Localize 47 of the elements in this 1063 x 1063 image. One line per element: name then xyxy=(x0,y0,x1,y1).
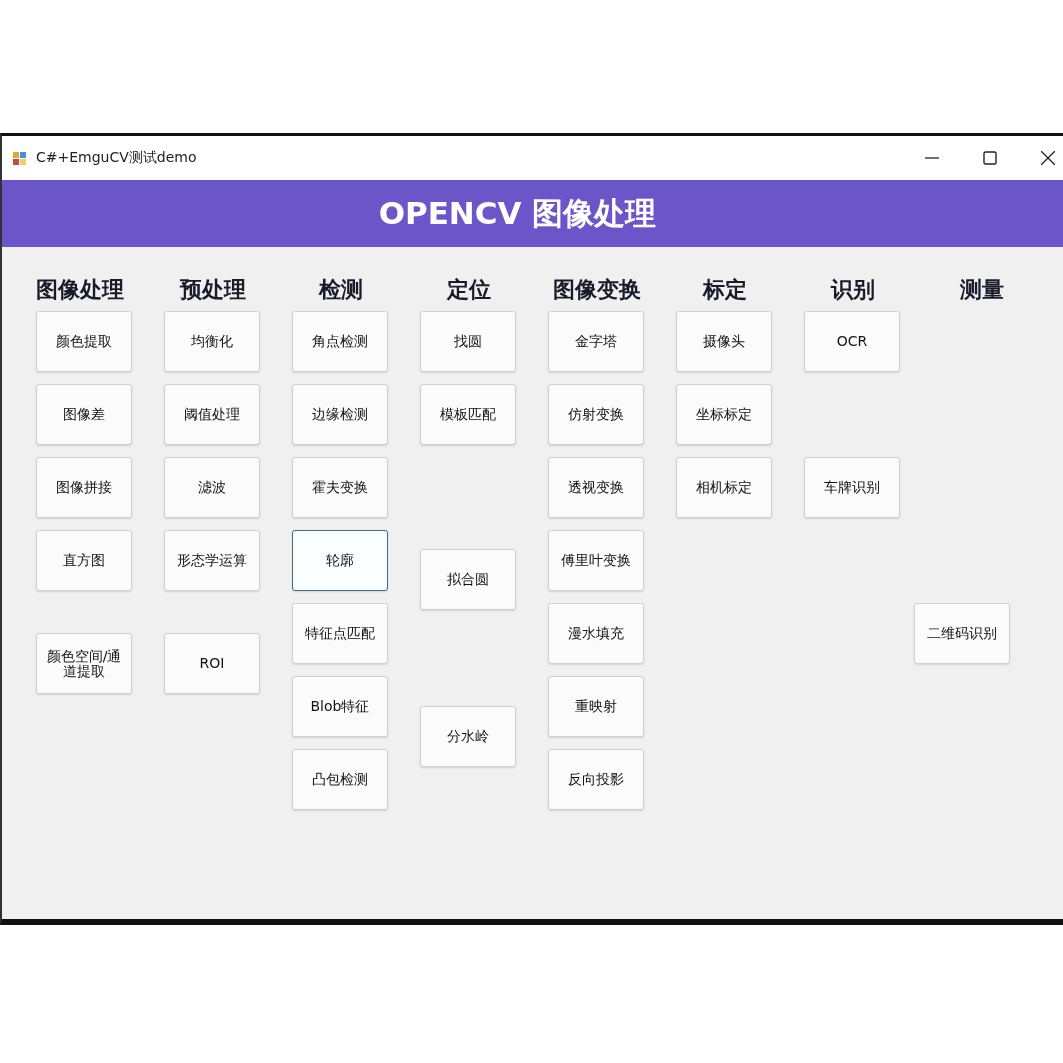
action-button[interactable]: 均衡化 xyxy=(164,311,260,372)
action-button[interactable]: 拟合圆 xyxy=(420,549,516,610)
section-heading: 定位 xyxy=(445,275,492,303)
action-button[interactable]: 金字塔 xyxy=(548,311,644,372)
section-heading: 标定 xyxy=(701,275,748,303)
action-button[interactable]: 形态学运算 xyxy=(164,530,260,591)
window-title: C#+EmguCV测试demo xyxy=(36,149,197,167)
section-heading: 检测 xyxy=(317,275,364,303)
action-button[interactable]: 颜色提取 xyxy=(36,311,132,372)
action-button[interactable]: 阈值处理 xyxy=(164,384,260,445)
action-button[interactable]: OCR xyxy=(804,311,900,372)
action-button[interactable]: 图像拼接 xyxy=(36,457,132,518)
section-heading: 图像处理 xyxy=(36,275,125,303)
action-button[interactable]: 图像差 xyxy=(36,384,132,445)
action-button[interactable]: Blob特征 xyxy=(292,676,388,737)
action-button[interactable]: 霍夫变换 xyxy=(292,457,388,518)
action-button[interactable]: 透视变换 xyxy=(548,457,644,518)
action-button[interactable]: 二维码识别 xyxy=(914,603,1010,664)
action-button[interactable]: 找圆 xyxy=(420,311,516,372)
action-button[interactable]: 相机标定 xyxy=(676,457,772,518)
action-button[interactable]: 重映射 xyxy=(548,676,644,737)
action-button[interactable]: 直方图 xyxy=(36,530,132,591)
app-icon xyxy=(12,150,28,166)
action-button[interactable]: 坐标标定 xyxy=(676,384,772,445)
action-button[interactable]: 模板匹配 xyxy=(420,384,516,445)
action-button[interactable]: 特征点匹配 xyxy=(292,603,388,664)
action-button[interactable]: 分水岭 xyxy=(420,706,516,767)
action-button[interactable]: 角点检测 xyxy=(292,311,388,372)
action-button[interactable]: 轮廓 xyxy=(292,530,388,591)
action-button[interactable]: 颜色空间/通道提取 xyxy=(36,633,132,694)
banner-title: OPENCV 图像处理 xyxy=(378,193,657,233)
maximize-icon[interactable] xyxy=(983,151,997,165)
action-button[interactable]: 凸包检测 xyxy=(292,749,388,810)
action-button[interactable]: ROI xyxy=(164,633,260,694)
action-button[interactable]: 边缘检测 xyxy=(292,384,388,445)
action-button[interactable]: 傅里叶变换 xyxy=(548,530,644,591)
action-button[interactable]: 摄像头 xyxy=(676,311,772,372)
action-button[interactable]: 车牌识别 xyxy=(804,457,900,518)
action-button[interactable]: 仿射变换 xyxy=(548,384,644,445)
section-heading: 识别 xyxy=(829,275,876,303)
section-heading: 测量 xyxy=(959,275,1005,303)
section-heading: 预处理 xyxy=(178,275,247,303)
action-button[interactable]: 漫水填充 xyxy=(548,603,644,664)
action-button[interactable]: 滤波 xyxy=(164,457,260,518)
action-button[interactable]: 反向投影 xyxy=(548,749,644,810)
section-heading: 图像变换 xyxy=(552,275,642,303)
close-icon[interactable] xyxy=(1041,151,1055,165)
